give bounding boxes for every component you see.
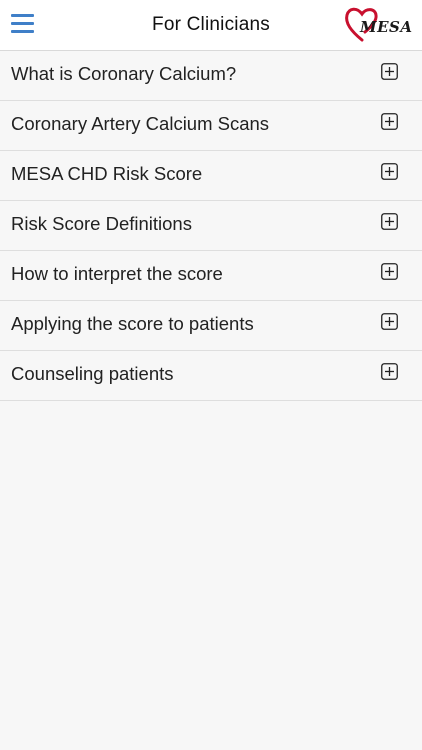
expand-plus-icon[interactable] (381, 63, 398, 80)
expand-plus-icon[interactable] (381, 263, 398, 280)
mesa-logo: MESA (343, 5, 413, 45)
expand-plus-icon[interactable] (381, 163, 398, 180)
list-item-counseling-patients[interactable]: Counseling patients (0, 351, 422, 401)
expand-plus-icon[interactable] (381, 113, 398, 130)
list-item-label: How to interpret the score (11, 263, 223, 284)
app-screen: For Clinicians MESA What is Coronary Cal… (0, 0, 422, 750)
list-item-label: MESA CHD Risk Score (11, 163, 203, 184)
list-item-label: Coronary Artery Calcium Scans (11, 113, 270, 134)
list-item-risk-score-definitions[interactable]: Risk Score Definitions (0, 201, 422, 251)
list-item-mesa-chd-risk-score[interactable]: MESA CHD Risk Score (0, 151, 422, 201)
expand-plus-icon[interactable] (381, 313, 398, 330)
app-header: For Clinicians MESA (0, 0, 422, 51)
list-item-label: What is Coronary Calcium? (11, 63, 237, 84)
list-item-applying-the-score-to-patients[interactable]: Applying the score to patients (0, 301, 422, 351)
list-item-label: Risk Score Definitions (11, 213, 192, 234)
section-list: What is Coronary Calcium? Coronary Arter… (0, 51, 422, 401)
expand-plus-icon[interactable] (381, 363, 398, 380)
expand-plus-icon[interactable] (381, 213, 398, 230)
list-item-how-to-interpret-the-score[interactable]: How to interpret the score (0, 251, 422, 301)
list-item-what-is-coronary-calcium[interactable]: What is Coronary Calcium? (0, 51, 422, 101)
list-item-coronary-artery-calcium-scans[interactable]: Coronary Artery Calcium Scans (0, 101, 422, 151)
logo-text: MESA (360, 18, 413, 36)
list-item-label: Counseling patients (11, 363, 174, 384)
list-item-label: Applying the score to patients (11, 313, 254, 334)
